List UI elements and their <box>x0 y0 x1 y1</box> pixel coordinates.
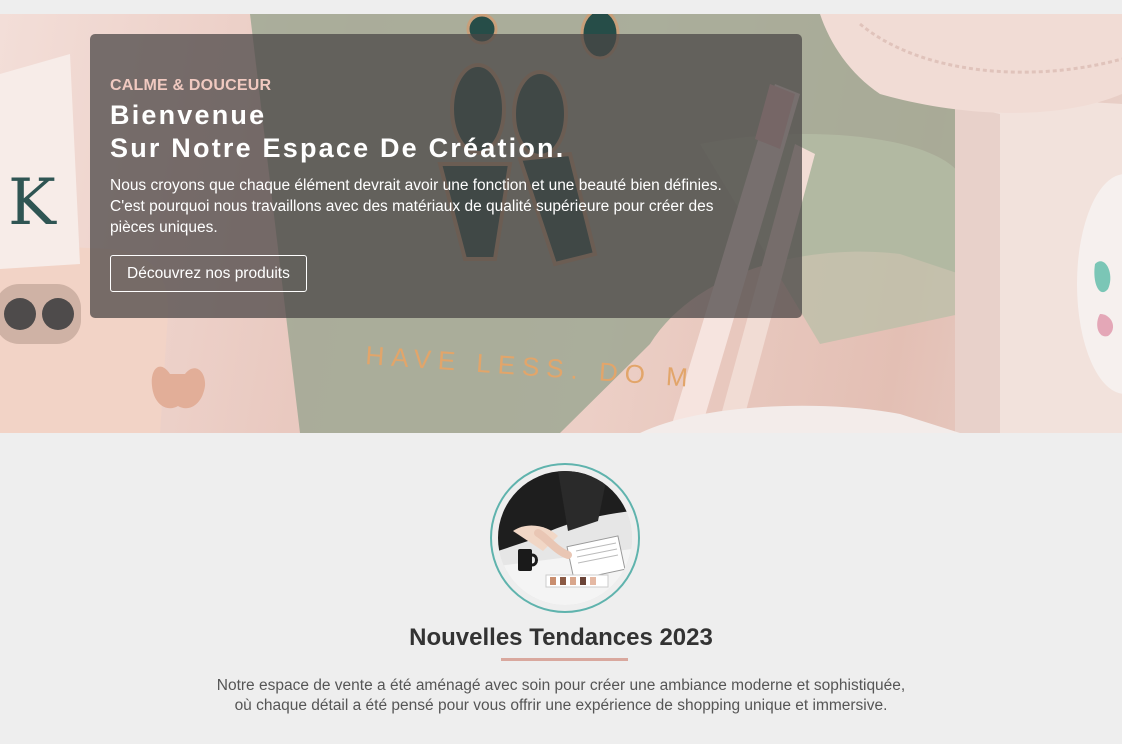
trends-avatar-frame <box>490 463 640 613</box>
trends-description: Notre espace de vente a été aménagé avec… <box>0 676 1122 716</box>
hero-headline-line1: Bienvenue <box>110 100 267 130</box>
hero-description: Nous croyons que chaque élément devrait … <box>110 175 790 238</box>
trends-description-line1: Notre espace de vente a été aménagé avec… <box>216 677 906 694</box>
hero-description-line1: Nous croyons que chaque élément devrait … <box>110 177 722 194</box>
trends-description-line2: où chaque détail a été pensé pour vous o… <box>234 697 888 714</box>
workspace-photo <box>498 471 632 605</box>
trends-avatar-image <box>498 471 632 605</box>
trends-title: Nouvelles Tendances 2023 <box>409 624 713 651</box>
hero-eyebrow: CALME & DOUCEUR <box>110 77 272 94</box>
hero-overlay-card: CALME & DOUCEUR Bienvenue Sur Notre Espa… <box>90 34 802 318</box>
hero-banner: K HAVE LESS. DO M CALME & DOUCEUR Bienve… <box>0 14 1122 433</box>
hero-description-line3: pièces uniques. <box>110 219 218 236</box>
discover-products-button[interactable]: Découvrez nos produits <box>110 255 307 292</box>
trends-title-underline <box>501 658 628 661</box>
svg-text:K: K <box>8 166 57 240</box>
hero-headline-line2: Sur Notre Espace De Création. <box>110 133 566 163</box>
hero-description-line2: C'est pourquoi nous travaillons avec des… <box>110 198 714 215</box>
hero-headline: Bienvenue Sur Notre Espace De Création. <box>110 99 782 165</box>
